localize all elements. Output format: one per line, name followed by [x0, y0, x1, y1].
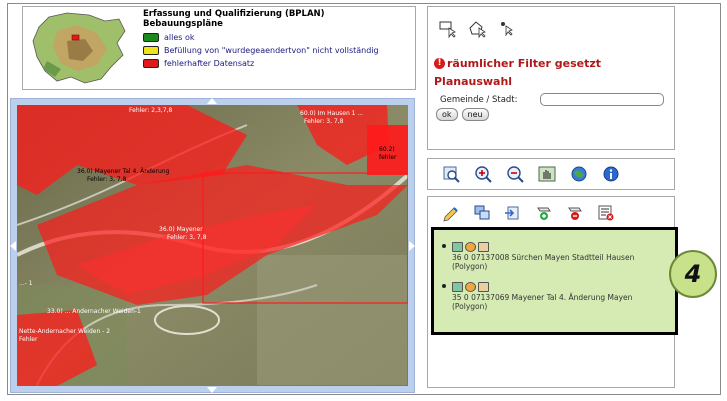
list-item[interactable]: 35 0 07137069 Mayener Tal 4. Änderung Ma…	[442, 282, 633, 311]
legend-swatch-yellow	[143, 46, 159, 55]
city-label: Gemeinde / Stadt:	[440, 94, 518, 105]
remove-icon[interactable]	[465, 242, 476, 252]
map-label: Nette-Andernacher Weiden - 2	[19, 328, 110, 335]
map-label: Fehler	[19, 336, 38, 343]
map-label: 36.0) Mayener Tal 4. Änderung	[77, 168, 170, 175]
ok-button[interactable]: ok	[436, 108, 458, 121]
map-label: Fehler: 3, 7,8	[167, 234, 207, 241]
map-label: Fehler: 3, 7,8	[304, 118, 344, 125]
pan-west-icon[interactable]	[10, 241, 16, 251]
remove-feature-icon[interactable]	[566, 204, 584, 222]
map-label: Fehler: 2,3,7,8	[129, 107, 172, 114]
list-bullet	[442, 244, 446, 248]
item-actions	[452, 282, 632, 292]
zoom-extent-icon[interactable]	[442, 165, 460, 183]
result-item-type: (Polygon)	[452, 302, 488, 311]
select-point-icon[interactable]	[498, 19, 518, 39]
pan-south-icon[interactable]	[207, 387, 217, 393]
zoom-in-icon[interactable]	[474, 165, 492, 183]
legend-subtitle: Bebauungspläne	[143, 19, 223, 29]
pan-north-icon[interactable]	[207, 98, 217, 104]
filter-warning-text: räumlicher Filter gesetzt	[447, 57, 602, 70]
field-area	[257, 255, 407, 385]
copy-layers-icon[interactable]	[473, 204, 491, 222]
legend-item-label: Befüllung von "wurdegeaendertvon" nicht …	[164, 46, 379, 55]
legend-panel: Erfassung und Qualifizierung (BPLAN) Beb…	[22, 6, 416, 90]
remove-icon[interactable]	[465, 282, 476, 292]
warning-icon: !	[434, 58, 445, 69]
zoom-to-icon[interactable]	[452, 242, 463, 252]
edit-pencil-icon[interactable]	[442, 204, 460, 222]
pan-east-icon[interactable]	[409, 241, 415, 251]
new-button[interactable]: neu	[461, 108, 489, 121]
legend-item-label: alles ok	[164, 33, 195, 42]
clear-list-icon[interactable]	[597, 204, 615, 222]
navigation-toolbar	[427, 158, 675, 190]
result-list: 36 0 07137008 Sürchen Mayen Stadtteil Ha…	[431, 227, 678, 335]
map-label: ...- 1	[19, 280, 33, 287]
map-label: 36.0) Mayener	[159, 226, 203, 233]
result-item-title: 36 0 07137008 Sürchen Mayen Stadtteil Ha…	[452, 253, 635, 262]
result-item-type: (Polygon)	[452, 262, 488, 271]
select-rectangle-icon[interactable]	[438, 19, 458, 39]
zoom-out-icon[interactable]	[506, 165, 524, 183]
list-bullet	[442, 284, 446, 288]
city-input[interactable]	[539, 93, 664, 106]
plan-selection-heading: Planauswahl	[434, 75, 513, 88]
list-item[interactable]: 36 0 07137008 Sürchen Mayen Stadtteil Ha…	[442, 242, 635, 271]
filter-buttons: ok neu	[436, 108, 489, 121]
step-number-badge: 4	[669, 250, 717, 298]
result-item-title: 35 0 07137069 Mayener Tal 4. Änderung Ma…	[452, 293, 633, 302]
globe-icon[interactable]	[570, 165, 588, 183]
results-toolbar	[442, 204, 615, 222]
filter-panel: ! räumlicher Filter gesetzt Planauswahl …	[427, 6, 675, 150]
legend-item-label: fehlerhafter Datensatz	[164, 59, 255, 68]
add-feature-icon[interactable]	[535, 204, 553, 222]
map-label: 60.2)	[379, 146, 395, 153]
select-polygon-icon[interactable]	[468, 19, 488, 39]
info-icon[interactable]	[602, 165, 620, 183]
city-form-row: Gemeinde / Stadt:	[440, 93, 664, 106]
map-canvas[interactable]: Fehler: 2,3,7,8 60.0) Im Hausen 1 ... Fe…	[17, 105, 408, 386]
overview-minimap[interactable]	[27, 11, 131, 87]
map-label: fehler	[379, 154, 397, 161]
spatial-filter-warning: ! räumlicher Filter gesetzt	[434, 57, 601, 70]
details-icon[interactable]	[478, 282, 489, 292]
details-icon[interactable]	[478, 242, 489, 252]
legend-item-incomplete: Befüllung von "wurdegeaendertvon" nicht …	[143, 46, 379, 55]
legend: Erfassung und Qualifizierung (BPLAN) Beb…	[143, 9, 379, 68]
legend-swatch-green	[143, 33, 159, 42]
item-actions	[452, 242, 634, 252]
legend-item-error: fehlerhafter Datensatz	[143, 59, 379, 68]
selection-tools	[438, 19, 518, 39]
legend-swatch-red	[143, 59, 159, 68]
map-label: 60.0) Im Hausen 1 ...	[300, 110, 363, 117]
map-label: Fehler: 3, 7,8	[87, 176, 127, 183]
legend-item-ok: alles ok	[143, 33, 379, 42]
zoom-to-icon[interactable]	[452, 282, 463, 292]
pan-hand-icon[interactable]	[538, 165, 556, 183]
transfer-icon[interactable]	[504, 204, 522, 222]
map-label: 33.0) ... Andernacher Weiden-1	[47, 308, 141, 315]
map-frame: Fehler: 2,3,7,8 60.0) Im Hausen 1 ... Fe…	[10, 98, 415, 393]
legend-title: Erfassung und Qualifizierung (BPLAN)	[143, 9, 325, 19]
